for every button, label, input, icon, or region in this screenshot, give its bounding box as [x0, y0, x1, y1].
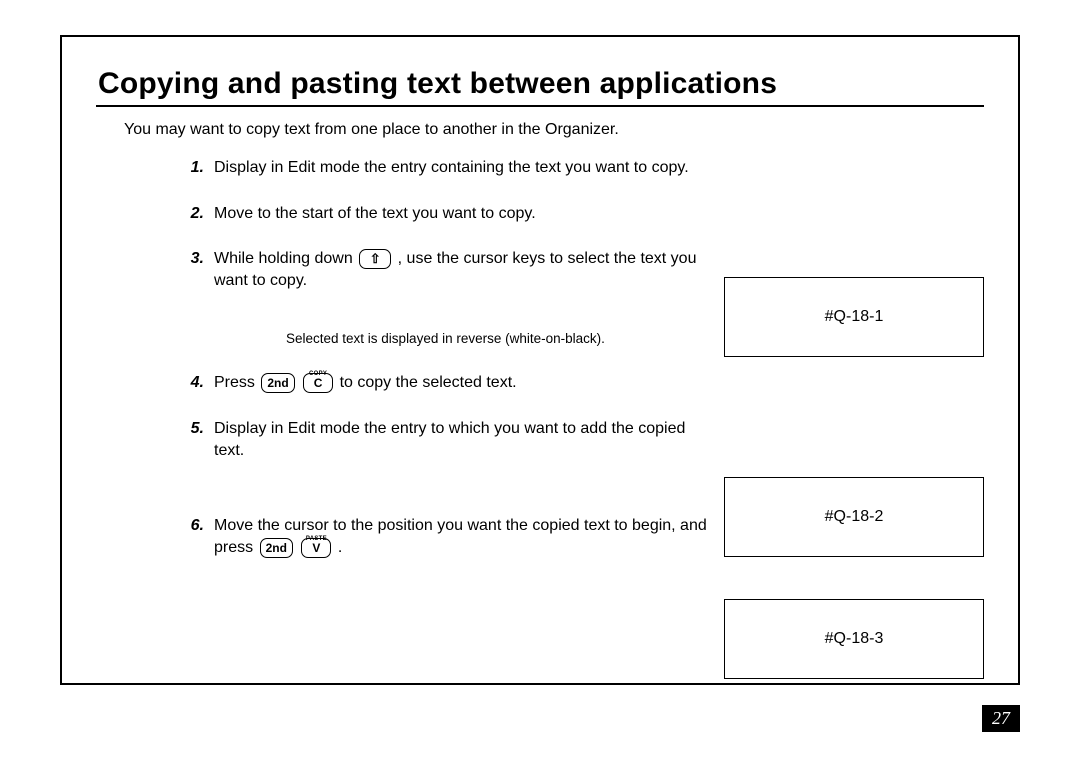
step-3: 3. While holding down ⇧ , use the cursor…	[168, 248, 708, 291]
step-2: 2. Move to the start of the text you wan…	[168, 203, 708, 225]
page-number: 27	[982, 705, 1020, 732]
step-5: 5. Display in Edit mode the entry to whi…	[168, 418, 708, 461]
v-key-icon: PASTE V	[301, 538, 331, 558]
v-key-sup: PASTE	[306, 530, 327, 548]
step-body: Display in Edit mode the entry to which …	[214, 418, 708, 461]
step-body: Display in Edit mode the entry containin…	[214, 157, 708, 179]
step-number: 3.	[168, 248, 214, 291]
step-number: 5.	[168, 418, 214, 461]
figure-label: #Q-18-2	[825, 508, 884, 526]
step-body: Move the cursor to the position you want…	[214, 515, 708, 558]
step-number: 4.	[168, 372, 214, 394]
step-number: 2.	[168, 203, 214, 225]
step-number: 1.	[168, 157, 214, 179]
title-rule	[96, 105, 984, 107]
step-body: While holding down ⇧ , use the cursor ke…	[214, 248, 708, 291]
second-key-icon: 2nd	[260, 538, 293, 558]
step-text-post: to copy the selected text.	[340, 374, 517, 391]
page-frame: Copying and pasting text between applica…	[60, 35, 1020, 685]
c-key-icon: COPY C	[303, 373, 333, 393]
step-text-pre: Press	[214, 374, 259, 391]
figure-label: #Q-18-3	[825, 630, 884, 648]
step-4: 4. Press 2nd COPY C to copy the selected…	[168, 372, 708, 394]
step-text-post: .	[338, 539, 342, 556]
page-title: Copying and pasting text between applica…	[98, 67, 984, 101]
intro-text: You may want to copy text from one place…	[124, 121, 984, 139]
step-6: 6. Move the cursor to the position you w…	[168, 515, 708, 558]
figure-placeholder-2: #Q-18-2	[724, 477, 984, 557]
steps-list: 1. Display in Edit mode the entry contai…	[168, 157, 708, 558]
figure-placeholder-1: #Q-18-1	[724, 277, 984, 357]
figure-placeholder-3: #Q-18-3	[724, 599, 984, 679]
step-body: Press 2nd COPY C to copy the selected te…	[214, 372, 708, 394]
step-body: Move to the start of the text you want t…	[214, 203, 708, 225]
manual-page: Copying and pasting text between applica…	[0, 0, 1080, 760]
second-key-icon: 2nd	[261, 373, 294, 393]
step-number: 6.	[168, 515, 214, 558]
c-key-sup: COPY	[309, 365, 327, 383]
content-area: 1. Display in Edit mode the entry contai…	[96, 157, 984, 558]
step-text-pre: While holding down	[214, 250, 357, 267]
figure-label: #Q-18-1	[825, 308, 884, 326]
shift-key-icon: ⇧	[359, 249, 391, 269]
step-1: 1. Display in Edit mode the entry contai…	[168, 157, 708, 179]
note-text: Selected text is displayed in reverse (w…	[286, 331, 708, 346]
